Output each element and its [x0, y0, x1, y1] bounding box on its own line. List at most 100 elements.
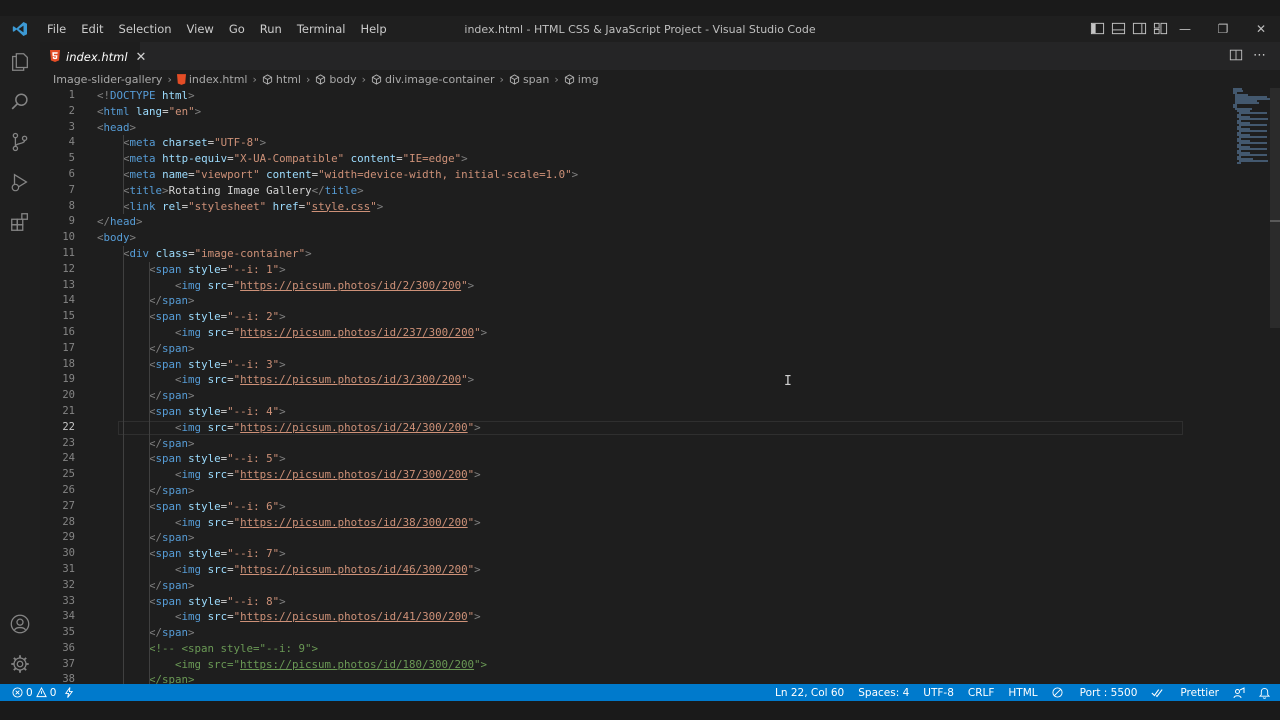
- close-window-icon[interactable]: ✕: [1242, 16, 1280, 42]
- code-line[interactable]: <img src="https://picsum.photos/id/3/300…: [97, 372, 578, 388]
- search-icon[interactable]: [8, 90, 32, 114]
- code-line[interactable]: </span>: [97, 436, 578, 452]
- language-mode[interactable]: HTML: [1008, 687, 1037, 699]
- breadcrumb-folder[interactable]: Image-slider-gallery: [53, 73, 162, 86]
- breadcrumb-span[interactable]: span: [509, 73, 549, 86]
- close-icon[interactable]: ✕: [136, 50, 147, 65]
- live-server-port[interactable]: Port : 5500: [1052, 687, 1137, 699]
- code-link[interactable]: https://picsum.photos/id/38/300/200: [240, 516, 468, 529]
- code-line[interactable]: <img src="https://picsum.photos/id/237/3…: [97, 325, 578, 341]
- code-line[interactable]: <span style="--i: 3">: [97, 357, 578, 373]
- menu-go[interactable]: Go: [222, 22, 253, 36]
- extensions-icon[interactable]: [8, 210, 32, 234]
- code-line[interactable]: </span>: [97, 578, 578, 594]
- minimap[interactable]: [1233, 88, 1270, 168]
- code-link[interactable]: https://picsum.photos/id/2/300/200: [240, 279, 461, 292]
- code-line[interactable]: <span style="--i: 8">: [97, 594, 578, 610]
- code-line[interactable]: <span style="--i: 1">: [97, 262, 578, 278]
- lightning-icon[interactable]: [64, 687, 74, 698]
- code-link[interactable]: https://picsum.photos/id/180/300/200: [240, 658, 474, 671]
- menu-file[interactable]: File: [40, 22, 74, 36]
- menu-edit[interactable]: Edit: [74, 22, 111, 36]
- menu-terminal[interactable]: Terminal: [290, 22, 354, 36]
- tab-index-html[interactable]: index.html ✕: [40, 42, 146, 71]
- code-line[interactable]: <meta charset="UTF-8">: [97, 135, 578, 151]
- feedback-icon[interactable]: [1233, 686, 1245, 699]
- breadcrumb-img[interactable]: img: [564, 73, 599, 86]
- code-link[interactable]: https://picsum.photos/id/41/300/200: [240, 610, 468, 623]
- code-line[interactable]: <img src="https://picsum.photos/id/38/30…: [97, 515, 578, 531]
- code-link[interactable]: https://picsum.photos/id/3/300/200: [240, 373, 461, 386]
- code-line[interactable]: </span>: [97, 672, 578, 684]
- code-line[interactable]: <img src="https://picsum.photos/id/46/30…: [97, 562, 578, 578]
- run-debug-icon[interactable]: [8, 170, 32, 194]
- code-link[interactable]: https://picsum.photos/id/24/300/200: [240, 421, 468, 434]
- code-token: meta: [129, 152, 156, 166]
- code-link[interactable]: https://picsum.photos/id/46/300/200: [240, 563, 468, 576]
- accounts-icon[interactable]: [8, 612, 32, 636]
- code-line[interactable]: <html lang="en">: [97, 104, 578, 120]
- restore-icon[interactable]: ❐: [1204, 16, 1242, 42]
- code-line[interactable]: <!-- <span style="--i: 9">: [97, 641, 578, 657]
- breadcrumb-file[interactable]: index.html: [176, 73, 248, 86]
- manage-gear-icon[interactable]: [8, 652, 32, 676]
- code-line[interactable]: <img src="https://picsum.photos/id/2/300…: [97, 278, 578, 294]
- toggle-panel-icon[interactable]: [1111, 21, 1126, 36]
- code-line[interactable]: </head>: [97, 214, 578, 230]
- menu-help[interactable]: Help: [353, 22, 394, 36]
- menu-selection[interactable]: Selection: [112, 22, 180, 36]
- html5-file-icon: [176, 73, 186, 85]
- code-line[interactable]: <span style="--i: 5">: [97, 451, 578, 467]
- minimize-icon[interactable]: —: [1166, 16, 1204, 42]
- breadcrumb-html[interactable]: html: [262, 73, 301, 86]
- explorer-icon[interactable]: [8, 50, 32, 74]
- more-actions-icon[interactable]: ⋯: [1253, 48, 1266, 63]
- code-line[interactable]: <img src="https://picsum.photos/id/41/30…: [97, 609, 578, 625]
- code-line[interactable]: <link rel="stylesheet" href="style.css">: [97, 199, 578, 215]
- prettier-formatter[interactable]: Prettier: [1151, 687, 1219, 699]
- code-line[interactable]: <title>Rotating Image Gallery</title>: [97, 183, 578, 199]
- line-number: 1: [68, 89, 75, 101]
- code-line[interactable]: </span>: [97, 388, 578, 404]
- breadcrumb-body[interactable]: body: [315, 73, 357, 86]
- code-line[interactable]: </span>: [97, 483, 578, 499]
- code-link[interactable]: https://picsum.photos/id/37/300/200: [240, 468, 468, 481]
- toggle-primary-sidebar-icon[interactable]: [1090, 21, 1105, 36]
- notifications-bell-icon[interactable]: [1259, 687, 1270, 699]
- code-line[interactable]: </span>: [97, 530, 578, 546]
- code-line[interactable]: <span style="--i: 4">: [97, 404, 578, 420]
- code-link[interactable]: https://picsum.photos/id/237/300/200: [240, 326, 474, 339]
- code-line[interactable]: <img src="https://picsum.photos/id/180/3…: [97, 657, 578, 673]
- code-line[interactable]: <span style="--i: 2">: [97, 309, 578, 325]
- indentation[interactable]: Spaces: 4: [858, 687, 909, 699]
- encoding[interactable]: UTF-8: [923, 687, 954, 699]
- code-line[interactable]: </span>: [97, 625, 578, 641]
- code-editor[interactable]: 1 2 3 4 5 6 7 8 9 10 11 12 13 14 15 16 17 18 19 20 21 22 23 24 2…: [40, 88, 1270, 684]
- code-token: meta: [129, 136, 156, 150]
- end-of-line[interactable]: CRLF: [968, 687, 995, 699]
- code-line[interactable]: <head>: [97, 120, 578, 136]
- toggle-secondary-sidebar-icon[interactable]: [1132, 21, 1147, 36]
- menu-run[interactable]: Run: [253, 22, 290, 36]
- menu-view[interactable]: View: [180, 22, 222, 36]
- code-line[interactable]: <body>: [97, 230, 578, 246]
- problems-indicator[interactable]: 0 0: [12, 687, 56, 699]
- split-editor-icon[interactable]: [1229, 48, 1243, 62]
- code-line[interactable]: <span style="--i: 7">: [97, 546, 578, 562]
- code-line[interactable]: <div class="image-container">: [97, 246, 578, 262]
- code-link[interactable]: style.css: [312, 200, 371, 213]
- code-line[interactable]: <span style="--i: 6">: [97, 499, 578, 515]
- code-line[interactable]: <!DOCTYPE html>: [97, 88, 578, 104]
- code-line[interactable]: </span>: [97, 293, 578, 309]
- code-line[interactable]: <img src="https://picsum.photos/id/37/30…: [97, 467, 578, 483]
- code-line[interactable]: <meta name="viewport" content="width=dev…: [97, 167, 578, 183]
- code-line[interactable]: </span>: [97, 341, 578, 357]
- source-control-icon[interactable]: [8, 130, 32, 154]
- editor-scrollbar[interactable]: [1270, 88, 1280, 684]
- scrollbar-thumb[interactable]: [1270, 88, 1280, 328]
- code-line[interactable]: <img src="https://picsum.photos/id/24/30…: [97, 420, 578, 436]
- cursor-position[interactable]: Ln 22, Col 60: [775, 687, 844, 699]
- code-lines[interactable]: <!DOCTYPE html> <html lang="en"> <head> <m…: [97, 88, 578, 684]
- breadcrumb-div[interactable]: div.image-container: [371, 73, 495, 86]
- code-line[interactable]: <meta http-equiv="X-UA-Compatible" conte…: [97, 151, 578, 167]
